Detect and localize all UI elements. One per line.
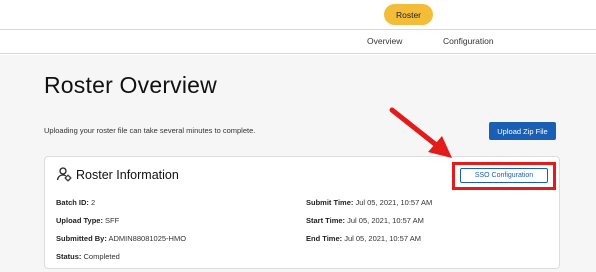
- sso-configuration-button[interactable]: SSO Configuration: [460, 168, 548, 183]
- field-label: Status:: [56, 252, 82, 261]
- field-label: End Time:: [306, 234, 343, 243]
- field-label: Batch ID:: [56, 198, 89, 207]
- field-value: SFF: [105, 216, 120, 225]
- field-label: Submit Time:: [306, 198, 354, 207]
- field-value: Jul 05, 2021, 10:57 AM: [355, 198, 433, 207]
- field-label: Start Time:: [306, 216, 346, 225]
- roster-button[interactable]: Roster: [384, 4, 433, 25]
- sub-navigation: Overview Configuration: [0, 30, 596, 54]
- field-value: Jul 05, 2021, 10:57 AM: [344, 234, 421, 243]
- field-status: Status: Completed: [56, 252, 120, 261]
- tab-overview[interactable]: Overview: [367, 36, 402, 46]
- field-start-time: Start Time: Jul 05, 2021, 10:57 AM: [306, 216, 424, 225]
- field-value: Completed: [83, 252, 120, 261]
- arrow-icon: [389, 107, 452, 158]
- field-label: Submitted By:: [56, 234, 107, 243]
- field-value: ADMIN88081025-HMO: [108, 234, 187, 243]
- page-subtitle: Uploading your roster file can take seve…: [44, 126, 256, 135]
- page-title: Roster Overview: [44, 72, 217, 98]
- field-submit-time: Submit Time: Jul 05, 2021, 10:57 AM: [306, 198, 432, 207]
- field-value: Jul 05, 2021, 10:57 AM: [347, 216, 424, 225]
- field-label: Upload Type:: [56, 216, 103, 225]
- field-submitted-by: Submitted By: ADMIN88081025-HMO: [56, 234, 186, 243]
- upload-zip-button[interactable]: Upload Zip File: [489, 122, 556, 140]
- field-batch-id: Batch ID: 2: [56, 198, 95, 207]
- tab-configuration[interactable]: Configuration: [443, 36, 494, 46]
- card-title: Roster Information: [76, 168, 179, 182]
- user-settings-icon: [56, 166, 72, 182]
- field-value: 2: [91, 198, 96, 207]
- field-upload-type: Upload Type: SFF: [56, 216, 119, 225]
- field-end-time: End Time: Jul 05, 2021, 10:57 AM: [306, 234, 421, 243]
- top-bar: Roster: [0, 0, 596, 30]
